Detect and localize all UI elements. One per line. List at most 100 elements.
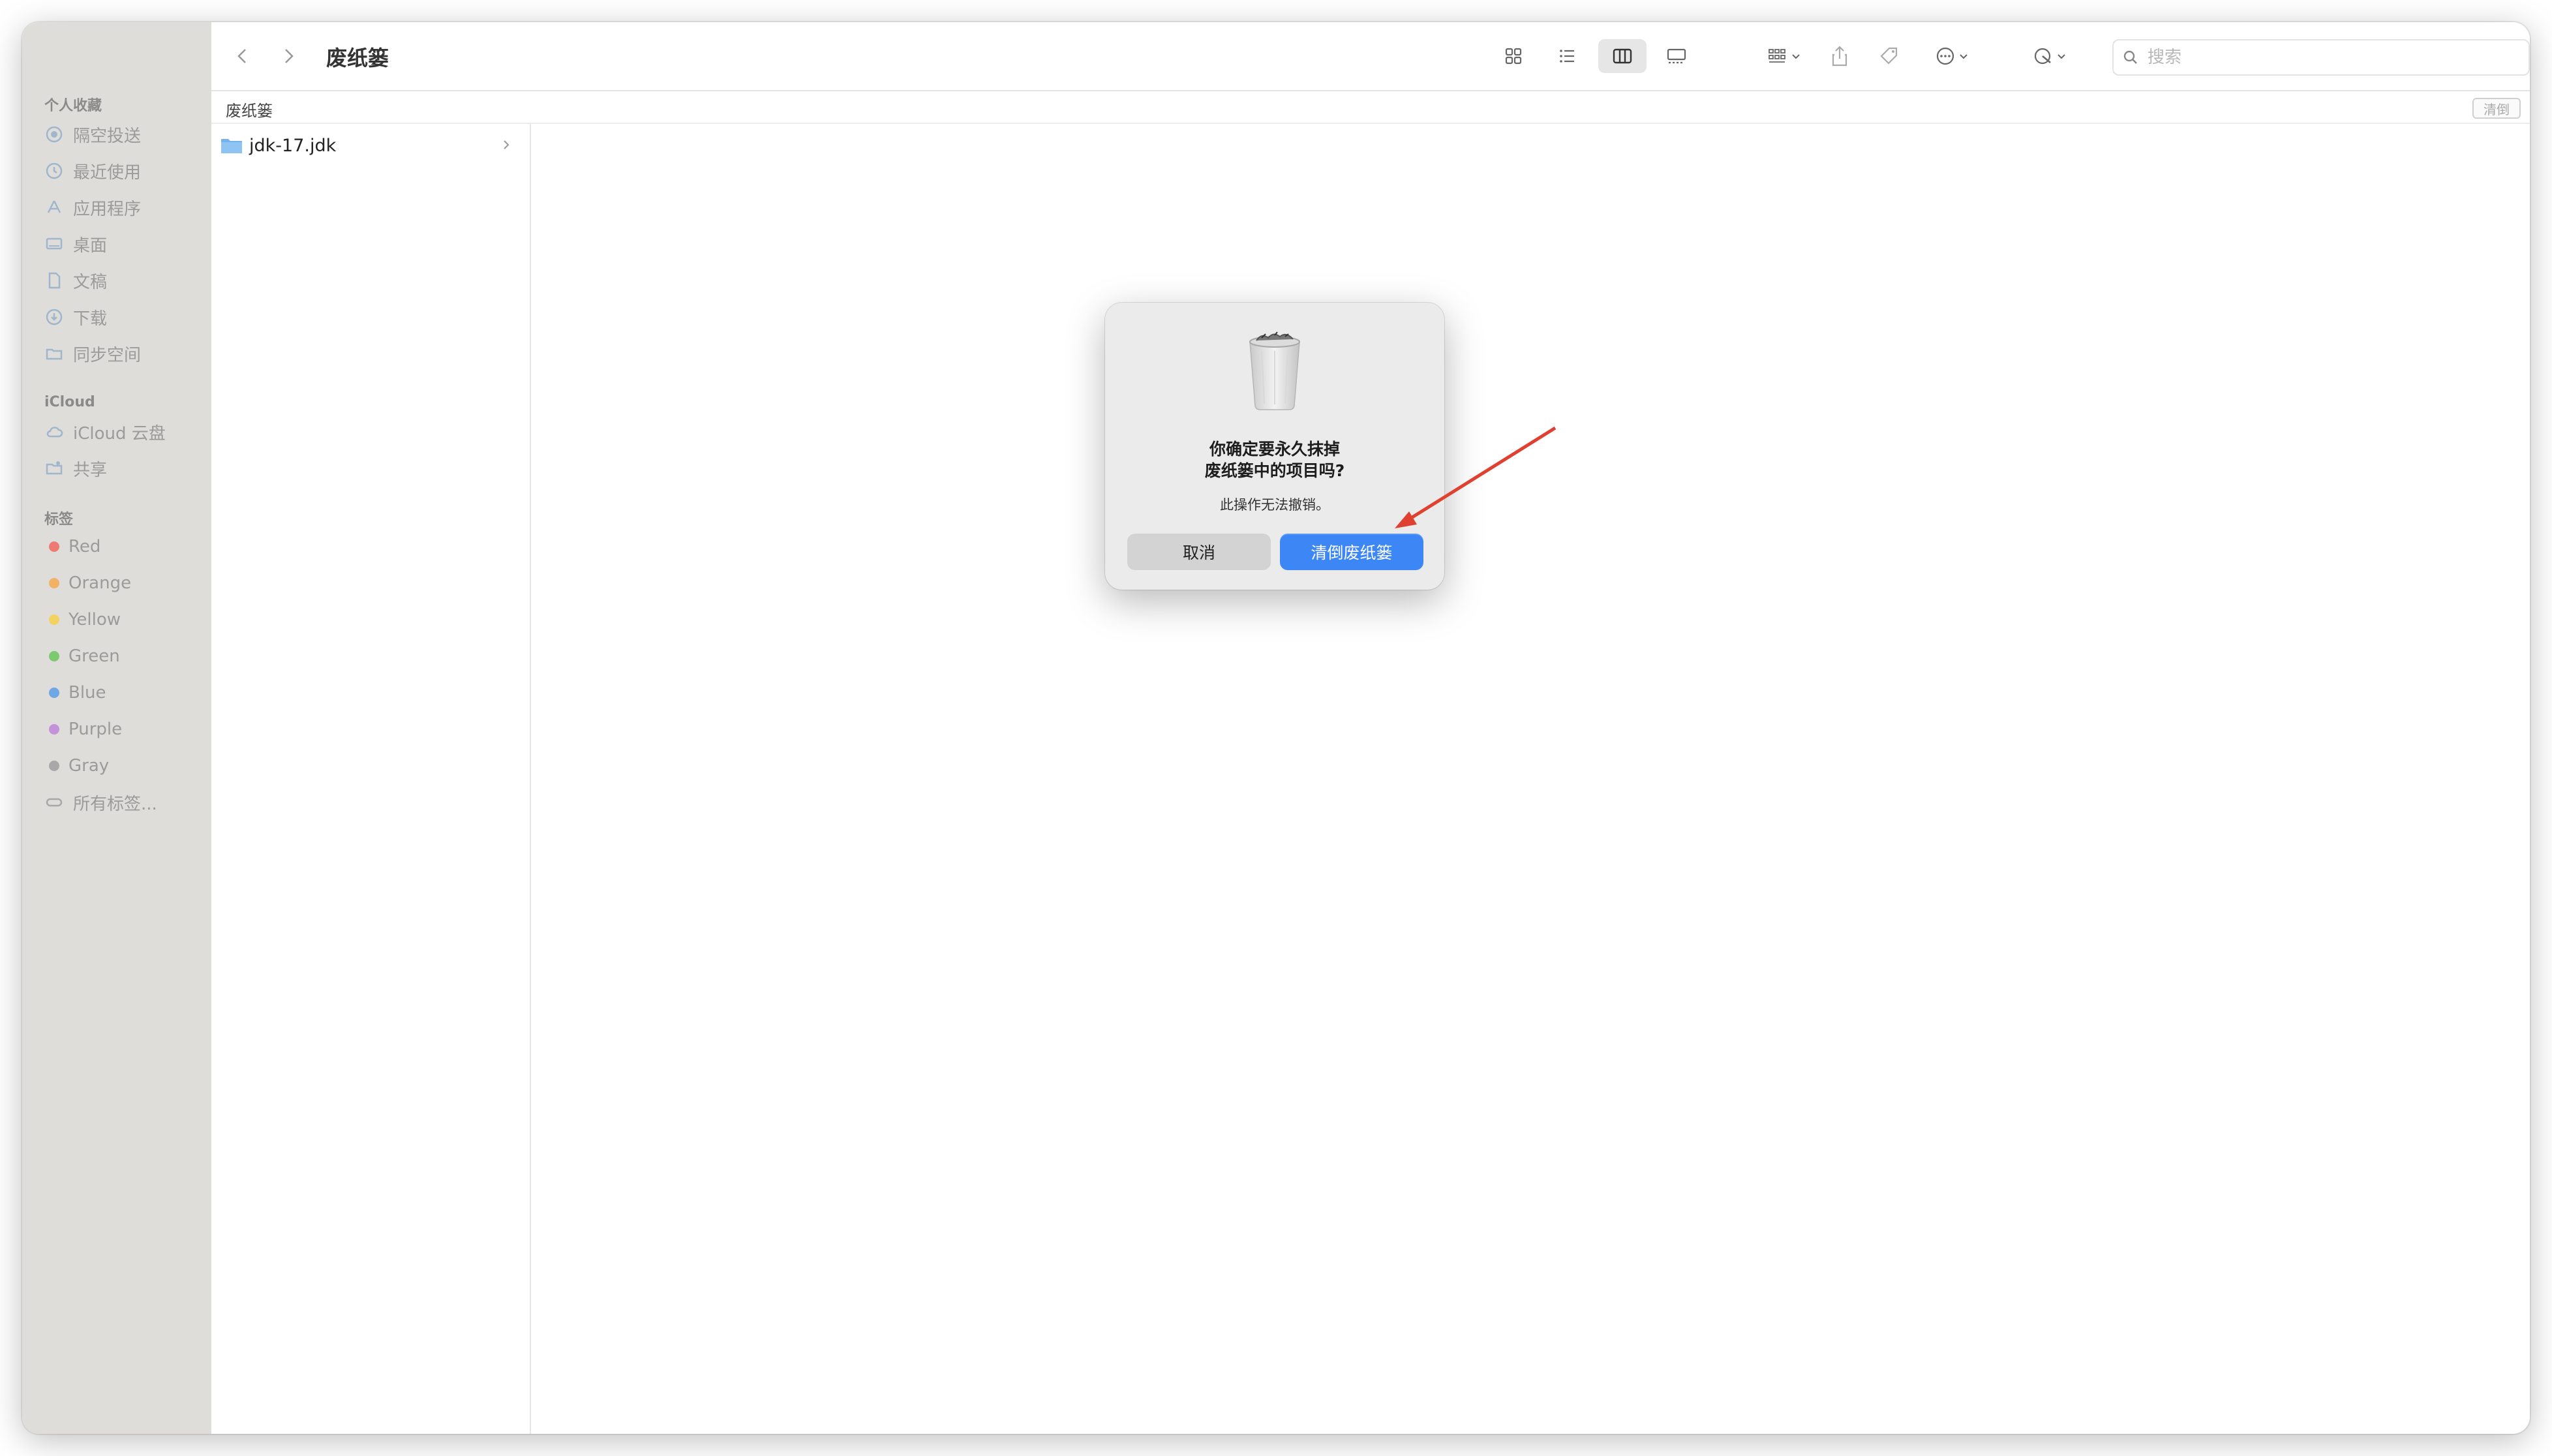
ellipsis-circle-icon <box>1936 47 1954 65</box>
icon-view-button[interactable] <box>1494 39 1533 73</box>
sidebar-item-label: 桌面 <box>73 235 108 256</box>
tag-icon <box>1880 47 1898 65</box>
tag-dot-purple <box>49 724 59 735</box>
list-view-button[interactable] <box>1547 39 1587 73</box>
search-icon <box>2123 50 2137 64</box>
column-view-button[interactable] <box>1598 39 1647 73</box>
sidebar-item-icloud-drive[interactable]: iCloud 云盘 <box>44 416 207 447</box>
forward-button[interactable] <box>275 43 301 69</box>
sidebar-item-label: 最近使用 <box>73 162 142 183</box>
sidebar-item-downloads[interactable]: 下载 <box>44 301 207 333</box>
sidebar-item-label: 同步空间 <box>73 345 142 365</box>
sidebar-tag-yellow[interactable]: Yellow <box>44 604 207 635</box>
markup-button[interactable] <box>2022 39 2077 73</box>
dialog-title-line1: 你确定要永久抹掉 <box>1209 440 1340 459</box>
cloud-icon <box>44 422 64 442</box>
list-item[interactable]: jdk-17.jdk <box>220 130 521 160</box>
tag-dot-green <box>49 651 59 661</box>
gallery-view-button[interactable] <box>1656 39 1697 73</box>
chevron-right-icon <box>285 49 294 63</box>
sidebar-item-label: Red <box>68 537 101 556</box>
window-title: 废纸篓 <box>326 46 389 70</box>
sidebar-item-desktop[interactable]: 桌面 <box>44 228 207 260</box>
tag-dot-orange <box>49 578 59 588</box>
sidebar-tag-gray[interactable]: Gray <box>44 750 207 781</box>
tag-dot-blue <box>49 688 59 698</box>
file-name: jdk-17.jdk <box>249 135 337 156</box>
dialog-title-line2: 废纸篓中的项目吗? <box>1204 461 1345 480</box>
sidebar-item-label: Yellow <box>68 610 121 629</box>
chevron-down-icon <box>1792 54 1800 59</box>
sidebar-item-label: Purple <box>68 720 123 739</box>
sidebar-item-label: Green <box>68 646 120 666</box>
applications-icon <box>44 198 64 217</box>
sidebar-item-label: Blue <box>68 683 106 703</box>
icloud-header: iCloud <box>44 394 95 410</box>
sidebar-tag-purple[interactable]: Purple <box>44 714 207 745</box>
tag-dot-gray <box>49 761 59 771</box>
folder-icon <box>221 139 242 153</box>
more-actions-button[interactable] <box>1924 39 1979 73</box>
back-button[interactable] <box>230 43 256 69</box>
group-by-button[interactable] <box>1756 39 1812 73</box>
empty-trash-button[interactable]: 清倒 <box>2472 98 2521 119</box>
sidebar-item-label: 应用程序 <box>73 199 142 219</box>
sidebar-item-label: Gray <box>68 756 110 776</box>
sidebar-item-recents[interactable]: 最近使用 <box>44 155 207 187</box>
sidebar-item-documents[interactable]: 文稿 <box>44 265 207 296</box>
favorites-header: 个人收藏 <box>44 98 102 114</box>
chevron-down-icon <box>2058 54 2065 59</box>
airdrop-icon <box>44 125 64 144</box>
sidebar-item-label: 隔空投送 <box>73 126 142 146</box>
sidebar-item-label: 文稿 <box>73 272 108 292</box>
trash-full-icon <box>1249 331 1300 410</box>
sidebar-item-sync-space[interactable]: 同步空间 <box>44 338 207 369</box>
sidebar-item-label: 下载 <box>73 309 108 329</box>
sidebar-item-label: Orange <box>68 573 132 593</box>
column-browser-first-column: jdk-17.jdk <box>211 124 531 1434</box>
sidebar-tag-blue[interactable]: Blue <box>44 677 207 708</box>
document-icon <box>44 271 64 290</box>
path-label: 废纸篓 <box>226 102 273 120</box>
tag-dot-yellow <box>49 614 59 625</box>
group-grid-icon <box>1769 49 1785 63</box>
download-icon <box>44 307 64 327</box>
tags-header: 标签 <box>44 511 74 528</box>
search-field[interactable] <box>2112 39 2530 76</box>
finder-window: 个人收藏 隔空投送 最近使用 应用程序 桌面 文稿 下载 同步空间 iCloud… <box>22 22 2530 1434</box>
sidebar-item-label: 共享 <box>73 460 108 480</box>
gallery-icon <box>1667 48 1686 64</box>
grid-icon <box>1505 48 1522 65</box>
share-button[interactable] <box>1821 39 1858 73</box>
chevron-left-icon <box>237 49 246 63</box>
chevron-right-icon <box>504 140 509 149</box>
list-icon <box>1560 50 1574 63</box>
dialog-title: 你确定要永久抹掉 废纸篓中的项目吗? <box>1105 438 1444 481</box>
empty-trash-dialog: 你确定要永久抹掉 废纸篓中的项目吗? 此操作无法撤销。 取消 清倒废纸篓 <box>1105 303 1444 590</box>
tag-button[interactable] <box>1871 39 1907 73</box>
sidebar-all-tags[interactable]: 所有标签... <box>44 787 207 818</box>
shared-folder-icon <box>44 459 64 478</box>
sidebar-tag-red[interactable]: Red <box>44 531 207 562</box>
sidebar-item-airdrop[interactable]: 隔空投送 <box>44 119 207 150</box>
toolbar: 废纸篓 <box>211 22 2530 91</box>
columns-icon <box>1613 48 1632 64</box>
tag-dot-red <box>49 541 59 552</box>
share-icon <box>1832 46 1847 67</box>
sidebar-item-applications[interactable]: 应用程序 <box>44 192 207 223</box>
clock-icon <box>44 161 64 181</box>
sidebar-item-shared[interactable]: 共享 <box>44 453 207 484</box>
sidebar-item-label: iCloud 云盘 <box>73 423 166 444</box>
empty-trash-confirm-button[interactable]: 清倒废纸篓 <box>1280 534 1423 570</box>
path-bar: 废纸篓 清倒 <box>211 91 2530 124</box>
markup-pen-icon <box>2034 48 2051 65</box>
dialog-message: 此操作无法撤销。 <box>1220 497 1329 513</box>
sidebar-item-label: 所有标签... <box>73 794 157 814</box>
folder-icon <box>44 344 64 363</box>
sidebar-tag-green[interactable]: Green <box>44 641 207 672</box>
search-input[interactable] <box>2146 47 2514 68</box>
cancel-button[interactable]: 取消 <box>1127 534 1271 570</box>
sidebar: 个人收藏 隔空投送 最近使用 应用程序 桌面 文稿 下载 同步空间 iCloud… <box>22 22 213 1434</box>
tag-outline-icon <box>44 793 64 812</box>
sidebar-tag-orange[interactable]: Orange <box>44 568 207 599</box>
